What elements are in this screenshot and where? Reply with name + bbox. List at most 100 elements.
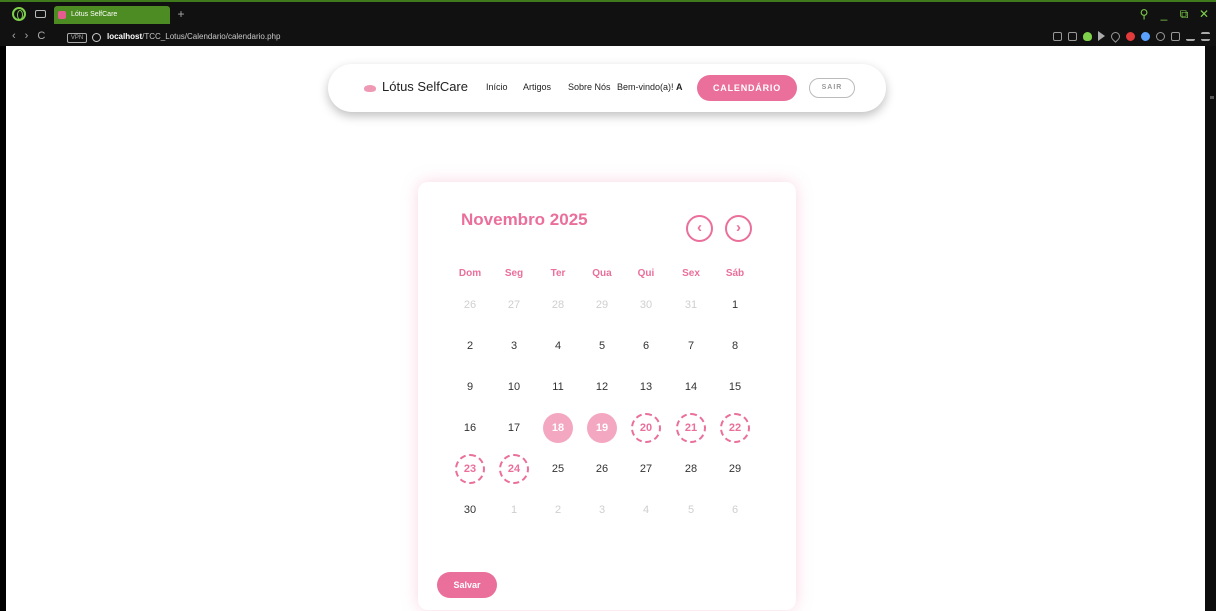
new-tab-button[interactable]: + bbox=[174, 7, 188, 21]
calendar-day: 26 bbox=[463, 299, 477, 311]
weekday-label: Sáb bbox=[725, 268, 745, 279]
calendar-day[interactable]: 9 bbox=[455, 372, 485, 402]
calendar-day[interactable]: 17 bbox=[499, 413, 529, 443]
calendar-day[interactable]: 29 bbox=[720, 454, 750, 484]
wallet-icon[interactable] bbox=[1171, 31, 1180, 41]
back-button[interactable]: ‹ bbox=[12, 30, 16, 42]
welcome-message: Bem-vindo(a)! A bbox=[617, 82, 683, 92]
site-navbar: Lótus SelfCare Início Artigos Sobre Nós … bbox=[328, 64, 886, 112]
globe-icon bbox=[92, 33, 101, 42]
play-icon[interactable] bbox=[1098, 31, 1105, 41]
calendar-day: 30 bbox=[639, 299, 653, 311]
calendar-day[interactable]: 12 bbox=[587, 372, 617, 402]
url-path: /TCC_Lotus/Calendario/calendario.php bbox=[142, 32, 281, 41]
brand-name[interactable]: Lótus SelfCare bbox=[382, 79, 468, 94]
calendar-day[interactable]: 23 bbox=[455, 454, 485, 484]
opera-menu-icon[interactable] bbox=[12, 7, 26, 21]
calendar-day: 6 bbox=[731, 504, 739, 516]
weekday-label: Seg bbox=[504, 268, 524, 279]
reload-button[interactable]: C bbox=[37, 30, 45, 42]
weekday-label: Ter bbox=[550, 268, 566, 279]
close-window-button[interactable]: ✕ bbox=[1198, 7, 1210, 22]
tab-bar: Lótus SelfCare + ⚲ _ ⧉ ✕ bbox=[0, 4, 1216, 26]
sync-icon[interactable] bbox=[1156, 31, 1165, 41]
month-title: Novembro 2025 bbox=[461, 210, 588, 229]
heart-icon[interactable] bbox=[1109, 29, 1122, 43]
calendar-day[interactable]: 28 bbox=[676, 454, 706, 484]
download-icon[interactable] bbox=[1186, 32, 1195, 41]
calendar-day: 1 bbox=[510, 504, 518, 516]
calendar-day: 31 bbox=[684, 299, 698, 311]
calendar-day[interactable]: 2 bbox=[455, 331, 485, 361]
calendar-day[interactable]: 30 bbox=[455, 495, 485, 525]
calendar-day[interactable]: 10 bbox=[499, 372, 529, 402]
calendar-day[interactable]: 20 bbox=[631, 413, 661, 443]
calendar-day[interactable]: 3 bbox=[499, 331, 529, 361]
calendar-day[interactable]: 14 bbox=[676, 372, 706, 402]
calendar-day[interactable]: 22 bbox=[720, 413, 750, 443]
lotus-logo-icon bbox=[364, 85, 376, 92]
url-host: localhost bbox=[107, 32, 143, 41]
calendar-day[interactable]: 8 bbox=[720, 331, 750, 361]
tab-active[interactable]: Lótus SelfCare bbox=[54, 6, 170, 24]
tab-islands-icon[interactable] bbox=[35, 10, 46, 18]
scrollbar-track[interactable] bbox=[1205, 46, 1216, 611]
calendar-day[interactable]: 26 bbox=[587, 454, 617, 484]
calendar-day[interactable]: 18 bbox=[543, 413, 573, 443]
address-bar: ‹ › C VPN localhost/TCC_Lotus/Calendario… bbox=[0, 28, 1216, 48]
calendar-day[interactable]: 25 bbox=[543, 454, 573, 484]
shield-icon[interactable] bbox=[1083, 31, 1092, 41]
tab-title: Lótus SelfCare bbox=[71, 11, 118, 18]
chevron-left-icon: ‹ bbox=[697, 219, 702, 236]
nav-link-inicio[interactable]: Início bbox=[486, 82, 508, 92]
calendar-day: 28 bbox=[551, 299, 565, 311]
snapshot-icon[interactable] bbox=[1053, 31, 1062, 41]
calendar-day: 29 bbox=[595, 299, 609, 311]
calendar-day[interactable]: 6 bbox=[631, 331, 661, 361]
calendar-day[interactable]: 7 bbox=[676, 331, 706, 361]
scrollbar-thumb[interactable] bbox=[1210, 96, 1214, 99]
save-button[interactable]: Salvar bbox=[437, 572, 497, 598]
prev-month-button[interactable]: ‹ bbox=[686, 215, 713, 242]
calendar-day: 27 bbox=[507, 299, 521, 311]
calendar-day: 5 bbox=[687, 504, 695, 516]
calendar-day: 2 bbox=[554, 504, 562, 516]
minimize-button[interactable]: _ bbox=[1158, 7, 1170, 22]
restore-button[interactable]: ⧉ bbox=[1178, 7, 1190, 22]
forward-button[interactable]: › bbox=[25, 30, 29, 42]
calendar-day[interactable]: 11 bbox=[543, 372, 573, 402]
calendar-day[interactable]: 19 bbox=[587, 413, 617, 443]
page-viewport: Lótus SelfCare Início Artigos Sobre Nós … bbox=[6, 46, 1205, 611]
calendar-day[interactable]: 24 bbox=[499, 454, 529, 484]
calendar-day[interactable]: 1 bbox=[720, 290, 750, 320]
nav-link-artigos[interactable]: Artigos bbox=[523, 82, 551, 92]
calendar-day[interactable]: 16 bbox=[455, 413, 485, 443]
calendar-day[interactable]: 13 bbox=[631, 372, 661, 402]
tab-icon[interactable] bbox=[1068, 31, 1077, 41]
search-tabs-icon[interactable]: ⚲ bbox=[1138, 7, 1150, 22]
calendar-day[interactable]: 21 bbox=[676, 413, 706, 443]
weekday-label: Qua bbox=[592, 268, 612, 279]
next-month-button[interactable]: › bbox=[725, 215, 752, 242]
calendar-card: Novembro 2025 ‹ › Dom Seg Ter Qua Qui Sex Sáb … bbox=[418, 182, 796, 610]
window-controls: ⚲ _ ⧉ ✕ bbox=[1138, 7, 1210, 22]
vpn-badge[interactable]: VPN bbox=[67, 33, 87, 43]
extension-red-icon[interactable] bbox=[1126, 31, 1135, 41]
welcome-text: Bem-vindo(a)! bbox=[617, 82, 674, 92]
chevron-right-icon: › bbox=[736, 219, 741, 236]
extension-blue-icon[interactable] bbox=[1141, 31, 1150, 41]
browser-toolbar: Lótus SelfCare + ⚲ _ ⧉ ✕ ‹ › C VPN local… bbox=[0, 0, 1216, 46]
nav-link-sobre-nos[interactable]: Sobre Nós bbox=[568, 82, 611, 92]
url-field[interactable]: localhost/TCC_Lotus/Calendario/calendari… bbox=[107, 32, 280, 41]
calendar-day: 4 bbox=[642, 504, 650, 516]
navigation-buttons: ‹ › C bbox=[12, 30, 45, 42]
calendar-day: 3 bbox=[598, 504, 606, 516]
logout-button[interactable]: SAIR bbox=[809, 78, 855, 98]
calendar-day[interactable]: 4 bbox=[543, 331, 573, 361]
calendar-button[interactable]: CALENDÁRIO bbox=[697, 75, 797, 101]
calendar-day[interactable]: 27 bbox=[631, 454, 661, 484]
calendar-day[interactable]: 15 bbox=[720, 372, 750, 402]
weekday-label: Qui bbox=[637, 268, 655, 279]
menu-icon[interactable] bbox=[1201, 31, 1210, 41]
calendar-day[interactable]: 5 bbox=[587, 331, 617, 361]
